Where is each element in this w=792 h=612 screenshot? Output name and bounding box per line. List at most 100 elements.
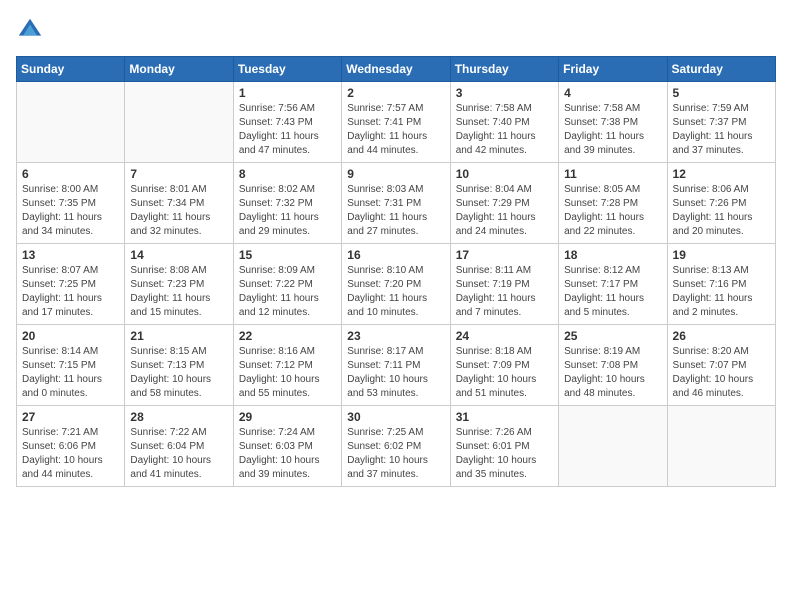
calendar-cell: 20 Sunrise: 8:14 AM Sunset: 7:15 PM Dayli… [17,325,125,406]
day-info: Sunrise: 8:06 AM Sunset: 7:26 PM Dayligh… [673,183,770,239]
calendar-cell [559,406,667,487]
calendar-cell: 7Sunrise: 8:01 AM Sunset: 7:34 PM Daylig… [125,163,233,244]
day-number: 27 [22,410,119,424]
day-number: 24 [456,329,553,343]
calendar-cell: 23Sunrise: 8:17 AM Sunset: 7:11 PM Dayli… [342,325,450,406]
day-number: 28 [130,410,227,424]
day-header-monday: Monday [125,57,233,82]
calendar-cell: 1 Sunrise: 7:56 AM Sunset: 7:43 PM Daylig… [233,82,341,163]
day-number: 29 [239,410,336,424]
day-info: Sunrise: 8:19 AM Sunset: 7:08 PM Dayligh… [564,345,661,401]
calendar-cell: 4 Sunrise: 7:58 AM Sunset: 7:38 PM Daylig… [559,82,667,163]
day-number: 18 [564,248,661,262]
day-header-thursday: Thursday [450,57,558,82]
day-header-wednesday: Wednesday [342,57,450,82]
day-number: 8 [239,167,336,181]
day-number: 16 [347,248,444,262]
day-info: Sunrise: 7:25 AM Sunset: 6:02 PM Dayligh… [347,426,444,482]
calendar-cell: 25 Sunrise: 8:19 AM Sunset: 7:08 PM Dayli… [559,325,667,406]
day-info: Sunrise: 8:02 AM Sunset: 7:32 PM Dayligh… [239,183,336,239]
day-info: Sunrise: 7:24 AM Sunset: 6:03 PM Dayligh… [239,426,336,482]
day-info: Sunrise: 8:13 AM Sunset: 7:16 PM Dayligh… [673,264,770,320]
day-number: 6 [22,167,119,181]
day-number: 20 [22,329,119,343]
day-header-friday: Friday [559,57,667,82]
day-number: 1 [239,86,336,100]
day-info: Sunrise: 7:56 AM Sunset: 7:43 PM Dayligh… [239,102,336,158]
calendar-cell: 30 Sunrise: 7:25 AM Sunset: 6:02 PM Dayli… [342,406,450,487]
day-info: Sunrise: 7:22 AM Sunset: 6:04 PM Dayligh… [130,426,227,482]
page-container: SundayMondayTuesdayWednesdayThursdayFrid… [0,0,792,499]
calendar-cell: 2Sunrise: 7:57 AM Sunset: 7:41 PM Daylig… [342,82,450,163]
calendar-cell: 11 Sunrise: 8:05 AM Sunset: 7:28 PM Dayli… [559,163,667,244]
day-number: 26 [673,329,770,343]
calendar-cell: 10 Sunrise: 8:04 AM Sunset: 7:29 PM Dayli… [450,163,558,244]
calendar-cell: 12 Sunrise: 8:06 AM Sunset: 7:26 PM Dayli… [667,163,775,244]
day-number: 12 [673,167,770,181]
calendar-cell: 16 Sunrise: 8:10 AM Sunset: 7:20 PM Dayli… [342,244,450,325]
day-number: 19 [673,248,770,262]
day-info: Sunrise: 8:04 AM Sunset: 7:29 PM Dayligh… [456,183,553,239]
day-number: 22 [239,329,336,343]
day-info: Sunrise: 7:58 AM Sunset: 7:38 PM Dayligh… [564,102,661,158]
day-info: Sunrise: 8:00 AM Sunset: 7:35 PM Dayligh… [22,183,119,239]
calendar-cell: 17 Sunrise: 8:11 AM Sunset: 7:19 PM Dayli… [450,244,558,325]
day-number: 14 [130,248,227,262]
calendar-cell: 29 Sunrise: 7:24 AM Sunset: 6:03 PM Dayli… [233,406,341,487]
calendar-cell: 8 Sunrise: 8:02 AM Sunset: 7:32 PM Daylig… [233,163,341,244]
day-number: 17 [456,248,553,262]
calendar-cell: 28 Sunrise: 7:22 AM Sunset: 6:04 PM Dayli… [125,406,233,487]
day-number: 5 [673,86,770,100]
day-info: Sunrise: 8:10 AM Sunset: 7:20 PM Dayligh… [347,264,444,320]
day-info: Sunrise: 8:12 AM Sunset: 7:17 PM Dayligh… [564,264,661,320]
day-header-sunday: Sunday [17,57,125,82]
day-info: Sunrise: 7:58 AM Sunset: 7:40 PM Dayligh… [456,102,553,158]
calendar-week-row: 20 Sunrise: 8:14 AM Sunset: 7:15 PM Dayli… [17,325,776,406]
calendar-cell: 19 Sunrise: 8:13 AM Sunset: 7:16 PM Dayli… [667,244,775,325]
day-info: Sunrise: 7:21 AM Sunset: 6:06 PM Dayligh… [22,426,119,482]
calendar-cell [17,82,125,163]
header [16,16,776,44]
day-number: 15 [239,248,336,262]
calendar-cell: 31 Sunrise: 7:26 AM Sunset: 6:01 PM Dayli… [450,406,558,487]
calendar-cell: 14Sunrise: 8:08 AM Sunset: 7:23 PM Dayli… [125,244,233,325]
calendar-cell: 15 Sunrise: 8:09 AM Sunset: 7:22 PM Dayli… [233,244,341,325]
day-info: Sunrise: 8:05 AM Sunset: 7:28 PM Dayligh… [564,183,661,239]
day-info: Sunrise: 8:14 AM Sunset: 7:15 PM Dayligh… [22,345,119,401]
calendar-cell: 27 Sunrise: 7:21 AM Sunset: 6:06 PM Dayli… [17,406,125,487]
calendar-cell: 5Sunrise: 7:59 AM Sunset: 7:37 PM Daylig… [667,82,775,163]
day-header-saturday: Saturday [667,57,775,82]
calendar-week-row: 6 Sunrise: 8:00 AM Sunset: 7:35 PM Daylig… [17,163,776,244]
calendar-cell: 3Sunrise: 7:58 AM Sunset: 7:40 PM Daylig… [450,82,558,163]
day-info: Sunrise: 7:57 AM Sunset: 7:41 PM Dayligh… [347,102,444,158]
day-info: Sunrise: 8:03 AM Sunset: 7:31 PM Dayligh… [347,183,444,239]
day-info: Sunrise: 8:09 AM Sunset: 7:22 PM Dayligh… [239,264,336,320]
day-number: 21 [130,329,227,343]
logo-icon [16,16,44,44]
day-info: Sunrise: 7:26 AM Sunset: 6:01 PM Dayligh… [456,426,553,482]
day-header-tuesday: Tuesday [233,57,341,82]
day-number: 30 [347,410,444,424]
calendar-cell [125,82,233,163]
calendar-cell: 21 Sunrise: 8:15 AM Sunset: 7:13 PM Dayli… [125,325,233,406]
day-info: Sunrise: 8:11 AM Sunset: 7:19 PM Dayligh… [456,264,553,320]
day-number: 11 [564,167,661,181]
day-number: 13 [22,248,119,262]
calendar-header-row: SundayMondayTuesdayWednesdayThursdayFrid… [17,57,776,82]
day-info: Sunrise: 8:15 AM Sunset: 7:13 PM Dayligh… [130,345,227,401]
calendar-cell: 13Sunrise: 8:07 AM Sunset: 7:25 PM Dayli… [17,244,125,325]
calendar-cell: 24Sunrise: 8:18 AM Sunset: 7:09 PM Dayli… [450,325,558,406]
day-number: 4 [564,86,661,100]
calendar-cell: 18 Sunrise: 8:12 AM Sunset: 7:17 PM Dayli… [559,244,667,325]
day-number: 31 [456,410,553,424]
calendar-week-row: 27 Sunrise: 7:21 AM Sunset: 6:06 PM Dayli… [17,406,776,487]
day-info: Sunrise: 8:01 AM Sunset: 7:34 PM Dayligh… [130,183,227,239]
day-info: Sunrise: 8:20 AM Sunset: 7:07 PM Dayligh… [673,345,770,401]
calendar-week-row: 1 Sunrise: 7:56 AM Sunset: 7:43 PM Daylig… [17,82,776,163]
calendar-cell: 26 Sunrise: 8:20 AM Sunset: 7:07 PM Dayli… [667,325,775,406]
day-number: 10 [456,167,553,181]
calendar-cell: 22Sunrise: 8:16 AM Sunset: 7:12 PM Dayli… [233,325,341,406]
day-number: 25 [564,329,661,343]
calendar: SundayMondayTuesdayWednesdayThursdayFrid… [16,56,776,487]
calendar-cell: 6 Sunrise: 8:00 AM Sunset: 7:35 PM Daylig… [17,163,125,244]
